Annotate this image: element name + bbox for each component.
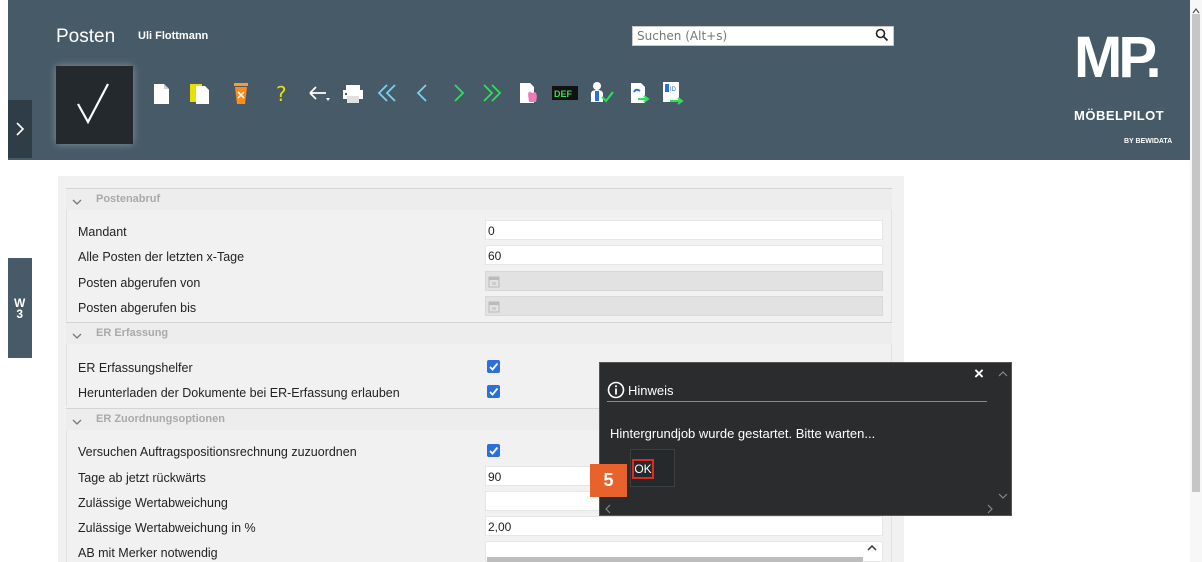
field-label-wertabweichung-prozent: Zulässige Wertabweichung in % — [78, 521, 256, 535]
field-label-abgerufen-von: Posten abgerufen von — [78, 276, 201, 290]
back-dropdown-icon[interactable] — [306, 80, 332, 106]
ok-button-label[interactable]: OK — [632, 459, 654, 479]
logo-mark: MP. — [1074, 25, 1162, 90]
dialog-scroll-right-icon[interactable] — [986, 501, 994, 519]
x-tage-value: 60 — [488, 249, 502, 263]
field-label-tage-rueckwaerts: Tage ab jetzt rückwärts — [78, 471, 206, 485]
first-record-icon[interactable] — [374, 80, 400, 106]
wertabweichung-prozent-value: 2,00 — [488, 520, 512, 534]
page-title: Posten — [56, 26, 116, 47]
field-scroll-up-icon[interactable] — [866, 540, 878, 558]
field-label-x-tage: Alle Posten der letzten x-Tage — [78, 250, 245, 264]
dialog-scroll-up-icon[interactable] — [998, 365, 1008, 383]
search-box[interactable] — [632, 26, 894, 46]
erfassungshelfer-checkbox[interactable] — [487, 360, 500, 373]
section-title: ER Zuordnungsoptionen — [96, 413, 225, 425]
scrollbar-thumb[interactable] — [1192, 14, 1200, 492]
close-icon[interactable]: × — [974, 364, 984, 384]
svg-text:ID: ID — [670, 87, 677, 93]
wertabweichung-prozent-field[interactable]: 2,00 — [485, 516, 883, 536]
page-scrollbar[interactable] — [1190, 0, 1202, 562]
next-record-icon[interactable] — [445, 80, 471, 106]
confirm-check-button[interactable] — [56, 66, 133, 144]
x-tage-field[interactable]: 60 — [485, 245, 883, 265]
new-document-icon[interactable] — [149, 80, 175, 106]
dialog-scroll-left-icon[interactable] — [604, 501, 612, 519]
section-title: ER Erfassung — [96, 327, 169, 339]
field-label-wertabweichung: Zulässige Wertabweichung — [78, 496, 228, 510]
app-header: Posten Uli Flottmann ? DEF — [0, 0, 1190, 160]
tage-rueckwaerts-value: 90 — [488, 470, 502, 484]
auftragsposition-checkbox[interactable] — [487, 444, 500, 457]
section-header-postenabruf[interactable]: Postenabruf — [66, 188, 892, 210]
last-record-icon[interactable] — [479, 80, 505, 106]
svg-text:?: ? — [276, 82, 287, 106]
id-card-icon[interactable]: ID — [660, 80, 686, 106]
dialog-divider — [607, 401, 987, 402]
step-badge: 5 — [590, 464, 627, 497]
mandant-field[interactable]: 0 — [485, 220, 883, 240]
dialog-title: Hinweis — [628, 383, 674, 398]
user-name: Uli Flottmann — [138, 30, 209, 42]
logo-brand: MÖBELPILOT — [1074, 108, 1165, 123]
section-title: Postenabruf — [96, 193, 161, 205]
field-label-erfassungshelfer: ER Erfassungshelfer — [78, 361, 193, 375]
calendar-icon — [488, 300, 876, 316]
abgerufen-von-field — [485, 271, 883, 291]
field-label-ab-merker: AB mit Merker notwendig — [78, 546, 218, 560]
left-edge — [0, 0, 8, 562]
help-icon[interactable]: ? — [268, 80, 294, 106]
search-icon[interactable] — [875, 28, 889, 47]
hinweis-dialog: × Hinweis Hintergrundjob wurde gestartet… — [599, 362, 1012, 516]
delete-icon[interactable] — [228, 80, 254, 106]
logo-byline: BY BEWIDATA — [1124, 138, 1173, 145]
field-label-mandant: Mandant — [78, 225, 127, 239]
field-label-auftragspositionsrechnung: Versuchen Auftragspositionsrechnung zuzu… — [78, 445, 357, 459]
moebelpilot-logo: MP. MÖBELPILOT BY BEWIDATA — [1066, 24, 1176, 154]
field-scrollbar[interactable] — [487, 557, 863, 562]
def-label: DEF — [554, 89, 573, 99]
abgerufen-bis-field — [485, 296, 883, 316]
previous-record-icon[interactable] — [410, 80, 436, 106]
user-check-icon[interactable] — [587, 80, 614, 106]
def-icon[interactable]: DEF — [551, 80, 578, 106]
export-icon[interactable] — [626, 80, 652, 106]
search-input[interactable] — [637, 29, 867, 43]
dialog-message: Hintergrundjob wurde gestartet. Bitte wa… — [610, 426, 876, 441]
field-label-herunterladen: Herunterladen der Dokumente bei ER-Erfas… — [78, 386, 400, 400]
document-hand-icon[interactable] — [516, 80, 542, 106]
sidebar-toggle[interactable] — [8, 100, 32, 158]
sidebar-tab-number: 3 — [16, 307, 23, 321]
sidebar-tab-w3[interactable]: W3 — [8, 258, 32, 358]
dialog-scroll-down-icon[interactable] — [998, 487, 1008, 505]
mandant-value: 0 — [488, 224, 495, 238]
field-label-abgerufen-bis: Posten abgerufen bis — [78, 301, 197, 315]
print-icon[interactable] — [340, 80, 366, 106]
herunterladen-checkbox[interactable] — [487, 385, 500, 398]
copy-document-icon[interactable] — [187, 80, 213, 106]
calendar-icon — [488, 275, 876, 291]
section-header-er-erfassung[interactable]: ER Erfassung — [66, 322, 892, 344]
